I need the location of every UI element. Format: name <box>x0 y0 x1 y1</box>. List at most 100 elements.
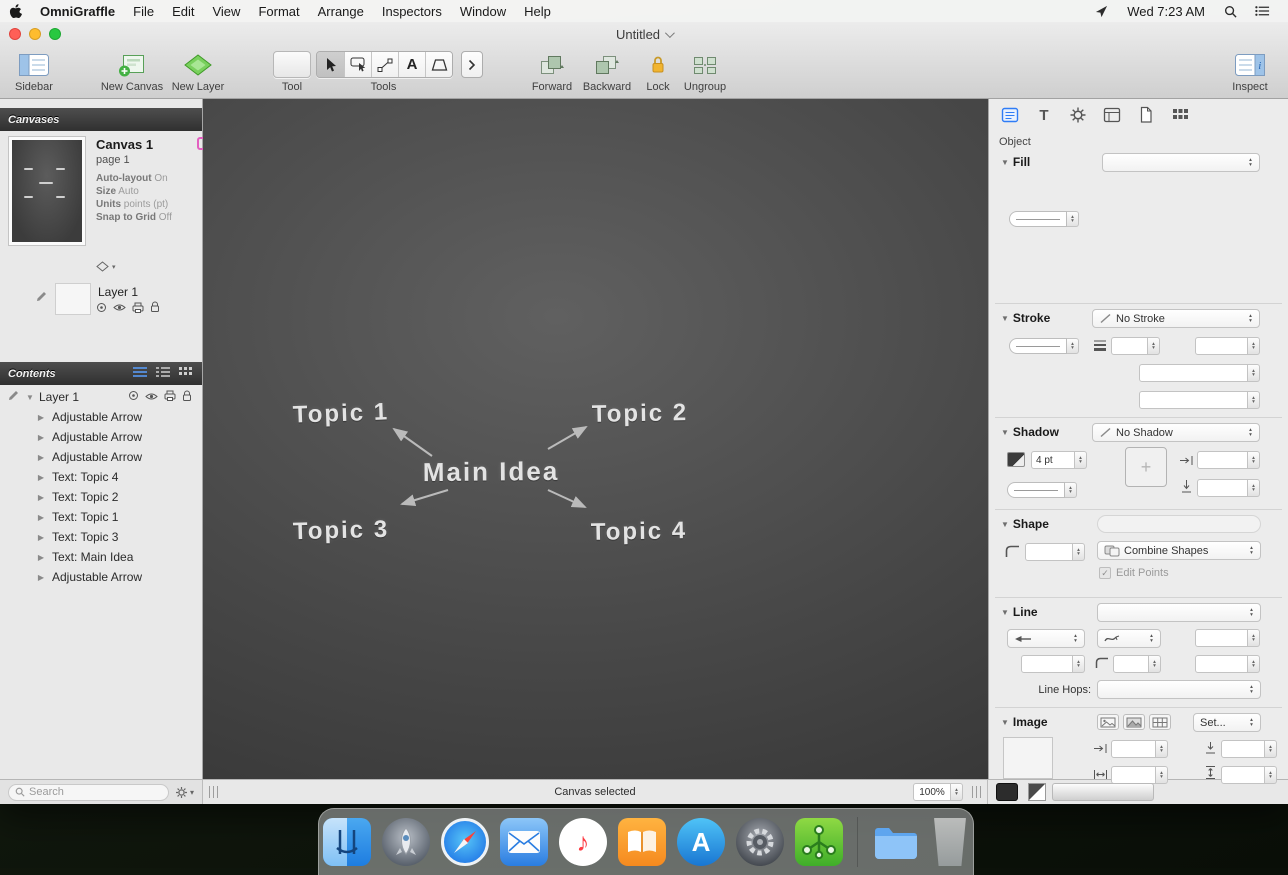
location-services-icon[interactable] <box>1087 0 1116 22</box>
tree-item[interactable]: ▶Text: Topic 3 <box>0 527 202 547</box>
stroke-section-header[interactable]: ▼Stroke <box>1001 311 1050 325</box>
disclosure-icon[interactable]: ▶ <box>36 413 46 422</box>
line-jump-size-field[interactable]: ▴▾ <box>1195 655 1260 673</box>
outline-view-button[interactable] <box>155 366 171 381</box>
stroke-corner-field[interactable]: ▴▾ <box>1195 337 1260 355</box>
shadow-swatch-stepper[interactable]: ▴▾ <box>1007 482 1077 498</box>
stroke-pattern-field[interactable]: ▴▾ <box>1139 364 1260 382</box>
dock-omnigraffle-icon[interactable] <box>795 818 843 866</box>
lock-small-icon[interactable] <box>182 390 192 405</box>
dock-safari-icon[interactable] <box>441 818 489 866</box>
tool-button[interactable]: Tool <box>270 51 314 93</box>
image-stretch-button[interactable] <box>1123 714 1145 730</box>
zoom-button[interactable] <box>49 28 61 40</box>
corner-radius-field[interactable]: ▴▾ <box>1025 543 1085 561</box>
stroke-width-field[interactable]: ▴▾ <box>1111 337 1160 355</box>
arrow-to-topic-1[interactable] <box>394 429 432 456</box>
stroke-swatch-stepper[interactable]: ▴▾ <box>1009 338 1079 354</box>
node-topic-1[interactable]: Topic 1 <box>292 398 389 429</box>
target-icon[interactable] <box>96 302 107 316</box>
canvas-tab[interactable] <box>1099 103 1125 127</box>
gradient-bar[interactable] <box>1052 783 1154 801</box>
print-icon[interactable] <box>164 390 176 404</box>
sidebar-action-menu[interactable]: ▾ <box>175 786 194 799</box>
layer-row[interactable]: Layer 1 <box>0 281 202 329</box>
notification-center-icon[interactable] <box>1247 0 1278 22</box>
combine-shapes-dropdown[interactable]: Combine Shapes▴▾ <box>1097 541 1261 560</box>
list-view-button[interactable] <box>132 366 148 381</box>
dock-finder-icon[interactable] <box>323 818 371 866</box>
edit-points-checkbox[interactable]: ✓ Edit Points <box>1099 567 1169 579</box>
shadow-style-dropdown[interactable]: No Shadow▴▾ <box>1092 423 1260 442</box>
image-tile-button[interactable] <box>1149 714 1171 730</box>
menu-arrange[interactable]: Arrange <box>309 0 373 22</box>
shadow-section-header[interactable]: ▼Shadow <box>1001 425 1059 439</box>
app-menu[interactable]: OmniGraffle <box>31 0 124 22</box>
stroke-cap-field[interactable]: ▴▾ <box>1139 391 1260 409</box>
lock-button[interactable]: Lock <box>641 51 675 93</box>
menu-inspectors[interactable]: Inspectors <box>373 0 451 22</box>
disclosure-icon[interactable]: ▶ <box>36 533 46 542</box>
dock-music-icon[interactable]: ♪ <box>559 818 607 866</box>
canvas-thumbnail[interactable] <box>8 136 86 246</box>
shared-layers-toggle[interactable]: ▾ <box>96 261 116 272</box>
stroke-style-dropdown[interactable]: No Stroke▴▾ <box>1092 309 1260 328</box>
image-well[interactable] <box>1003 737 1053 779</box>
forward-button[interactable]: Forward <box>528 51 576 93</box>
minimize-button[interactable] <box>29 28 41 40</box>
arrow-to-topic-3[interactable] <box>402 490 448 504</box>
line-start-size-field[interactable]: ▴▾ <box>1021 655 1085 673</box>
node-topic-4[interactable]: Topic 4 <box>591 517 688 547</box>
image-offset-x-field[interactable]: ▴▾ <box>1111 740 1168 758</box>
document-tab[interactable] <box>1133 103 1159 127</box>
tree-item[interactable]: ▶Text: Main Idea <box>0 547 202 567</box>
more-tools-button[interactable] <box>461 51 483 78</box>
disclosure-icon[interactable]: ▶ <box>36 473 46 482</box>
tree-item[interactable]: ▶Text: Topic 4 <box>0 467 202 487</box>
color-well[interactable] <box>996 783 1018 801</box>
menu-file[interactable]: File <box>124 0 163 22</box>
menu-view[interactable]: View <box>203 0 249 22</box>
artboard-tool-button[interactable] <box>425 52 452 77</box>
tree-item[interactable]: ▶Adjustable Arrow <box>0 427 202 447</box>
image-offset-y-field[interactable]: ▴▾ <box>1221 740 1277 758</box>
search-field[interactable]: Search <box>8 784 169 801</box>
layer-name[interactable]: Layer 1 <box>98 285 138 299</box>
disclosure-icon[interactable]: ▶ <box>36 493 46 502</box>
line-midpoint-dropdown[interactable]: ▴▾ <box>1097 629 1161 648</box>
dock-appstore-icon[interactable]: A <box>677 818 725 866</box>
dock-launchpad-icon[interactable] <box>382 818 430 866</box>
stencils-tab[interactable] <box>1167 103 1193 127</box>
dock-mail-icon[interactable] <box>500 818 548 866</box>
line-section-header[interactable]: ▼Line <box>1001 605 1038 619</box>
disclosure-icon[interactable]: ▶ <box>36 553 46 562</box>
menu-format[interactable]: Format <box>249 0 308 22</box>
menu-window[interactable]: Window <box>451 0 515 22</box>
new-canvas-button[interactable]: New Canvas <box>98 51 166 93</box>
eye-icon[interactable] <box>113 303 126 315</box>
tree-item[interactable]: ▶Adjustable Arrow <box>0 407 202 427</box>
tree-item[interactable]: ▶Text: Topic 1 <box>0 507 202 527</box>
zoom-control[interactable]: 100% ▴▾ <box>913 783 963 801</box>
arrow-to-topic-2[interactable] <box>548 427 586 449</box>
text-tab[interactable]: T <box>1031 103 1057 127</box>
tree-root-row[interactable]: ▼ Layer 1 <box>0 387 202 407</box>
object-tab[interactable] <box>997 103 1023 127</box>
image-section-header[interactable]: ▼Image <box>1001 715 1048 729</box>
disclosure-icon[interactable]: ▶ <box>36 573 46 582</box>
apple-menu[interactable] <box>0 0 31 22</box>
shape-section-header[interactable]: ▼Shape <box>1001 517 1049 531</box>
ungroup-button[interactable]: Ungroup <box>677 51 733 93</box>
close-button[interactable] <box>9 28 21 40</box>
fill-section-header[interactable]: ▼Fill <box>1001 155 1030 169</box>
menu-edit[interactable]: Edit <box>163 0 203 22</box>
target-icon[interactable] <box>128 390 139 404</box>
text-tool-button[interactable]: A <box>398 52 425 77</box>
splitter-grip[interactable] <box>972 786 981 798</box>
tree-item[interactable]: ▶Adjustable Arrow <box>0 447 202 467</box>
canvas-name[interactable]: Canvas 1 <box>96 137 153 152</box>
arrow-to-topic-4[interactable] <box>548 490 585 507</box>
image-set-dropdown[interactable]: Set...▴▾ <box>1193 713 1261 732</box>
dock-books-icon[interactable] <box>618 818 666 866</box>
backward-button[interactable]: Backward <box>580 51 634 93</box>
